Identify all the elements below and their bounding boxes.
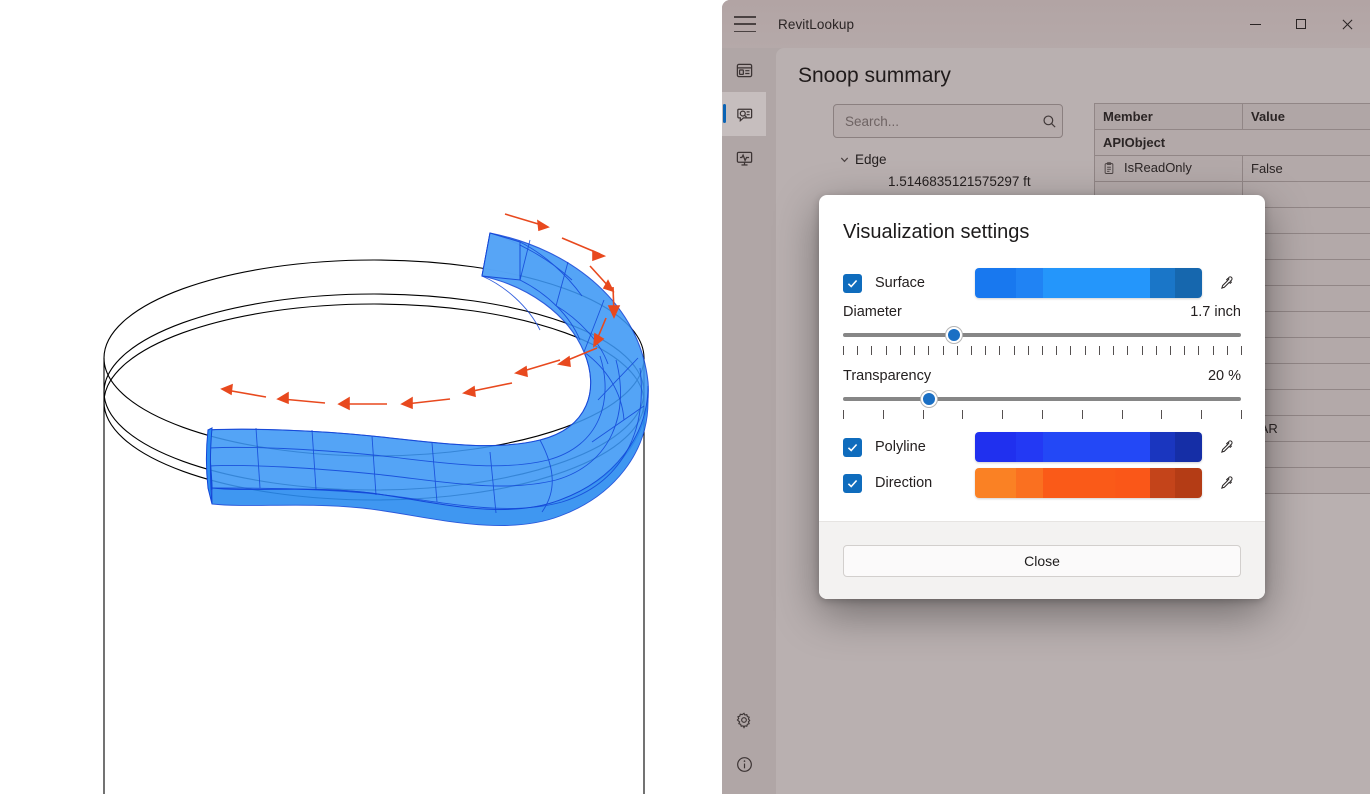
- rail-item-settings[interactable]: [722, 698, 766, 742]
- surface-row: Surface: [843, 268, 1241, 298]
- polyline-eyedropper-icon[interactable]: [1211, 439, 1241, 456]
- value-cell: False: [1242, 155, 1370, 182]
- dashboard-icon: [736, 63, 752, 77]
- table-header-row: Member Value: [1094, 103, 1370, 130]
- transparency-slider-ticks: [843, 410, 1242, 419]
- column-header-value[interactable]: Value: [1242, 103, 1370, 130]
- minimize-button[interactable]: [1232, 0, 1278, 48]
- dialog-body: Visualization settings Surface Diameter …: [819, 195, 1265, 521]
- group-row-label: APIObject: [1094, 129, 1370, 156]
- table-row[interactable]: IsReadOnly False: [1094, 155, 1370, 182]
- direction-row: Direction: [843, 468, 1241, 498]
- snoop-search-icon: [736, 108, 752, 122]
- surface-label: Surface: [875, 275, 925, 291]
- search-box[interactable]: [833, 104, 1063, 138]
- tree-child-item[interactable]: 1.5146835121575297 ft: [833, 170, 1073, 192]
- surface-eyedropper-icon[interactable]: [1211, 275, 1241, 292]
- transparency-header: Transparency 20 %: [843, 368, 1241, 384]
- tree-node-label: Edge: [855, 151, 887, 167]
- close-button[interactable]: Close: [843, 544, 1241, 577]
- diameter-value: 1.7 inch: [1190, 304, 1241, 320]
- checkmark-icon: [847, 279, 858, 288]
- minimize-icon: [1249, 23, 1261, 25]
- dialog-footer: Close: [819, 521, 1265, 599]
- polyline-row: Polyline: [843, 432, 1241, 462]
- navigation-rail: [722, 48, 766, 794]
- direction-color-bar[interactable]: [975, 468, 1202, 498]
- maximize-button[interactable]: [1278, 0, 1324, 48]
- table-row[interactable]: APIObject: [1094, 129, 1370, 156]
- info-icon: [736, 756, 752, 772]
- gear-icon: [736, 712, 751, 729]
- diameter-header: Diameter 1.7 inch: [843, 304, 1241, 320]
- rail-item-dashboard[interactable]: [722, 48, 766, 92]
- member-name: IsReadOnly: [1124, 159, 1192, 175]
- surface-color-bar[interactable]: [975, 268, 1202, 298]
- checkmark-icon: [847, 479, 858, 488]
- direction-label: Direction: [875, 475, 933, 491]
- maximize-icon: [1296, 19, 1306, 29]
- snoop-tree: Edge 1.5146835121575297 ft: [833, 148, 1073, 192]
- diameter-slider-track[interactable]: [843, 333, 1241, 337]
- hamburger-icon[interactable]: [734, 16, 756, 32]
- monitor-events-icon: [736, 151, 752, 166]
- navigation-rail-bottom: [722, 698, 766, 786]
- cad-model-svg: [103, 213, 649, 794]
- polyline-label: Polyline: [875, 439, 926, 455]
- checkmark-icon: [847, 443, 858, 452]
- member-cell: IsReadOnly: [1094, 155, 1243, 182]
- search-input[interactable]: [834, 112, 1036, 130]
- diameter-label: Diameter: [843, 304, 902, 320]
- diameter-slider-ticks: [843, 346, 1242, 355]
- diameter-slider[interactable]: [843, 327, 1242, 362]
- direction-eyedropper-icon[interactable]: [1211, 475, 1241, 492]
- highlighted-edge-surface: [206, 232, 649, 526]
- window-titlebar[interactable]: RevitLookup: [722, 0, 1370, 48]
- transparency-label: Transparency: [843, 368, 932, 384]
- window-title: RevitLookup: [778, 16, 855, 32]
- tree-child-label: 1.5146835121575297 ft: [888, 173, 1031, 189]
- rail-item-events[interactable]: [722, 136, 766, 180]
- property-icon: [1103, 161, 1119, 178]
- column-header-member[interactable]: Member: [1094, 103, 1243, 130]
- search-icon[interactable]: [1036, 114, 1062, 129]
- surface-checkbox[interactable]: [843, 273, 862, 293]
- rail-item-about[interactable]: [722, 742, 766, 786]
- direction-checkbox[interactable]: [843, 473, 862, 493]
- tree-node-edge[interactable]: Edge: [833, 148, 1073, 170]
- rail-item-snoop[interactable]: [722, 92, 766, 136]
- diameter-slider-thumb[interactable]: [946, 327, 963, 343]
- polyline-checkbox[interactable]: [843, 437, 862, 457]
- dialog-title: Visualization settings: [843, 221, 1030, 243]
- transparency-slider-track[interactable]: [843, 397, 1241, 401]
- chevron-down-icon[interactable]: [833, 154, 855, 165]
- cad-viewport[interactable]: [0, 0, 722, 794]
- close-icon: [1341, 18, 1353, 30]
- transparency-value: 20 %: [1207, 368, 1241, 384]
- transparency-slider-thumb[interactable]: [920, 391, 937, 407]
- visualization-settings-dialog: Visualization settings Surface Diameter …: [819, 195, 1265, 599]
- polyline-color-bar[interactable]: [975, 432, 1202, 462]
- window-close-button[interactable]: [1324, 0, 1370, 48]
- page-title: Snoop summary: [798, 64, 951, 87]
- transparency-slider[interactable]: [843, 391, 1242, 426]
